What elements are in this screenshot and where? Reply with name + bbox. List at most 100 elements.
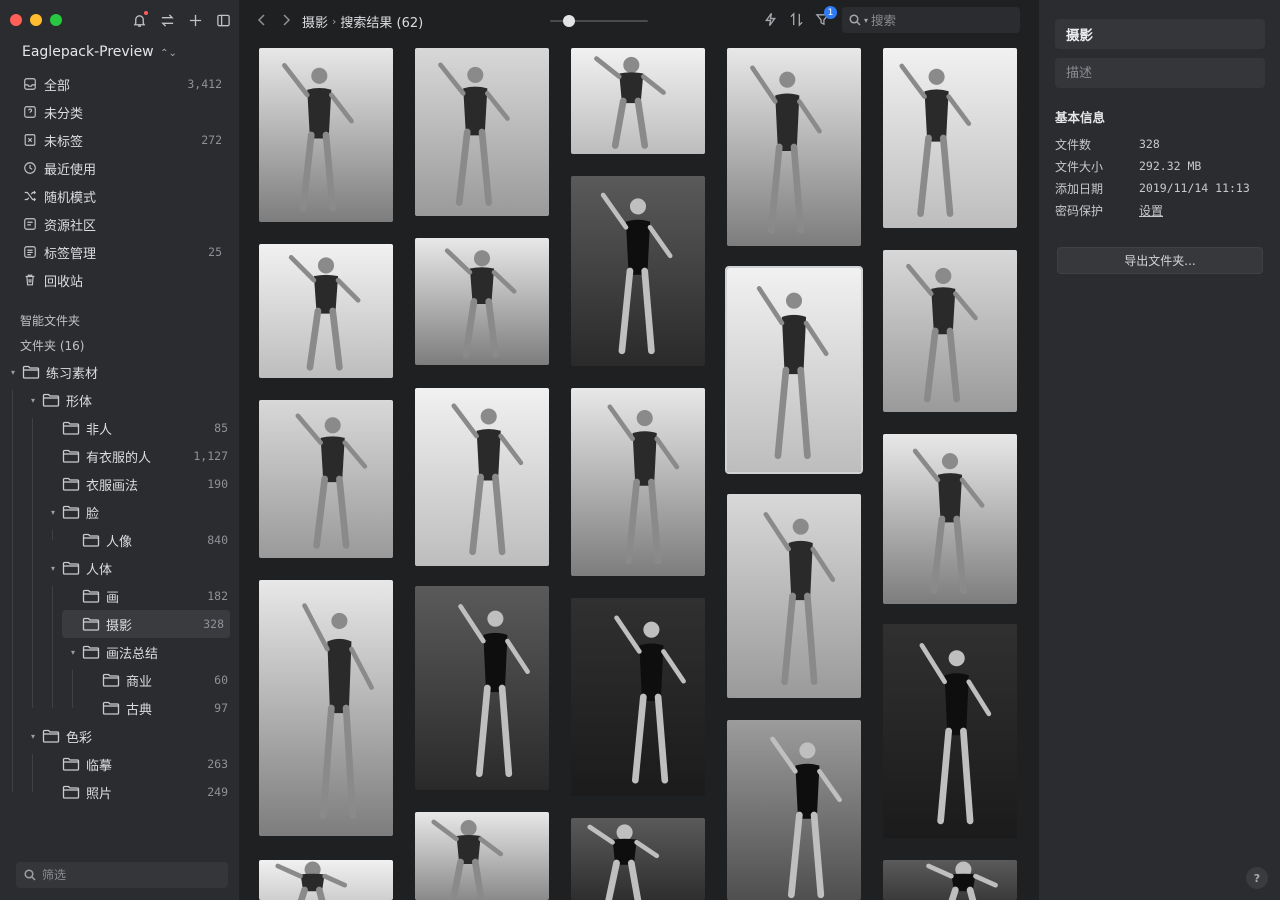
chevron-down-icon[interactable]: ▾ [864,16,868,25]
folder-label: 古典 [126,702,153,718]
image-thumbnail[interactable] [571,388,705,576]
image-thumbnail[interactable] [415,388,549,566]
basic-info-heading: 基本信息 [1055,110,1106,125]
close-window-button[interactable] [10,14,22,26]
folder-5[interactable]: ▾ 脸 [0,498,240,526]
chevron-down-icon[interactable]: ▾ [28,732,38,741]
image-thumbnail[interactable] [259,244,393,378]
sidebar-item-trash[interactable]: 回收站 [10,266,232,294]
folder-9[interactable]: 摄影 328 [62,610,230,638]
sidebar-item-tag[interactable]: 标签管理 25 [10,238,232,266]
folder-icon [62,449,80,463]
sidebar-item-community[interactable]: 资源社区 [10,210,232,238]
image-thumbnail[interactable] [727,48,861,246]
folder-label: 非人 [86,422,113,438]
image-thumbnail[interactable] [259,48,393,222]
folder-label: 临摹 [86,758,113,774]
folder-7[interactable]: ▾ 人体 [0,554,240,582]
zoom-slider[interactable] [550,15,648,27]
breadcrumb-folder[interactable]: 摄影 [302,12,328,31]
search-field[interactable]: ▾ [842,7,1020,33]
folder-1[interactable]: ▾ 形体 [0,386,240,414]
question-box-icon [22,104,38,120]
tree-guide-line [72,670,73,708]
help-button[interactable]: ? [1246,867,1268,889]
image-thumbnail[interactable] [727,720,861,900]
image-thumbnail[interactable] [883,250,1017,412]
sidebar-item-shuffle[interactable]: 随机模式 [10,182,232,210]
image-thumbnail[interactable] [571,818,705,900]
zoom-window-button[interactable] [50,14,62,26]
window-controls [10,14,62,26]
filter-input[interactable] [42,868,212,882]
image-thumbnail[interactable] [415,812,549,900]
image-thumbnail[interactable] [571,598,705,796]
folder-name-field[interactable]: 摄影 [1055,19,1265,49]
description-field[interactable] [1055,58,1265,88]
image-thumbnail[interactable] [727,494,861,698]
image-thumbnail[interactable] [259,860,393,900]
sidebar-item-label: 未分类 [44,106,84,122]
breadcrumb-result: 搜索结果 (62) [340,16,424,31]
minimize-window-button[interactable] [30,14,42,26]
sidebar-toggle-icon[interactable] [214,11,232,29]
folder-2[interactable]: 非人 85 [0,414,240,442]
chevron-down-icon[interactable]: ▾ [28,396,38,405]
image-thumbnail[interactable] [415,238,549,365]
folder-count: 182 [207,589,228,603]
folder-6[interactable]: 人像 840 [0,526,240,554]
chevron-down-icon[interactable]: ▾ [48,564,58,573]
chevron-down-icon[interactable]: ▾ [48,508,58,517]
community-icon [22,216,38,232]
folder-14[interactable]: 临摹 263 [0,750,240,778]
back-arrow-icon[interactable] [254,12,270,28]
password-setup-link[interactable]: 设置 [1139,202,1163,219]
sidebar-item-question-box[interactable]: 未分类 [10,98,232,126]
image-thumbnail[interactable] [725,266,863,474]
library-switcher[interactable]: Eaglepack-Preview ⌃⌄ [22,44,177,60]
folder-8[interactable]: 画 182 [0,582,240,610]
sort-icon[interactable] [789,12,805,28]
filter-funnel-icon[interactable]: 1 [815,6,837,28]
image-thumbnail[interactable] [415,48,549,216]
image-thumbnail[interactable] [883,624,1017,838]
image-thumbnail[interactable] [415,586,549,790]
sidebar-item-untagged[interactable]: 未标签 272 [10,126,232,154]
image-thumbnail[interactable] [259,400,393,558]
image-thumbnail[interactable] [259,580,393,836]
clock-icon [22,160,38,176]
folder-15[interactable]: 照片 249 [0,778,240,806]
search-input[interactable] [871,12,1012,28]
folders-header[interactable]: 文件夹 (16) [20,337,84,354]
sidebar-item-clock[interactable]: 最近使用 [10,154,232,182]
folder-11[interactable]: 商业 60 [0,666,240,694]
folder-label: 人体 [86,562,113,578]
folder-0[interactable]: ▾ 练习素材 [0,358,240,386]
image-thumbnail[interactable] [883,48,1017,228]
zoom-slider-knob[interactable] [562,15,575,27]
plus-icon[interactable] [186,11,204,29]
folder-icon [62,421,80,435]
forward-arrow-icon[interactable] [278,12,294,28]
folder-13[interactable]: ▾ 色彩 [0,722,240,750]
image-thumbnail[interactable] [571,48,705,154]
sync-icon[interactable] [158,11,176,29]
bell-icon[interactable] [130,11,148,29]
smart-folders-header[interactable]: 智能文件夹 [20,312,80,329]
chevron-down-icon[interactable]: ▾ [8,368,18,377]
sidebar-item-inbox[interactable]: 全部 3,412 [10,70,232,98]
image-thumbnail[interactable] [883,860,1017,900]
image-thumbnail[interactable] [883,434,1017,604]
chevron-down-icon[interactable]: ▾ [68,648,78,657]
lightning-icon[interactable] [763,12,779,28]
folder-4[interactable]: 衣服画法 190 [0,470,240,498]
folder-icon [42,393,60,407]
filter-field[interactable] [16,862,228,888]
inspector-panel: 摄影 基本信息 文件数 328 文件大小 292.32 MB 添加日期 2019… [1038,0,1280,900]
tree-guide-line [32,754,33,792]
export-folder-button[interactable]: 导出文件夹... [1057,247,1263,274]
image-thumbnail[interactable] [571,176,705,366]
folder-10[interactable]: ▾ 画法总结 [0,638,240,666]
folder-12[interactable]: 古典 97 [0,694,240,722]
folder-3[interactable]: 有衣服的人 1,127 [0,442,240,470]
